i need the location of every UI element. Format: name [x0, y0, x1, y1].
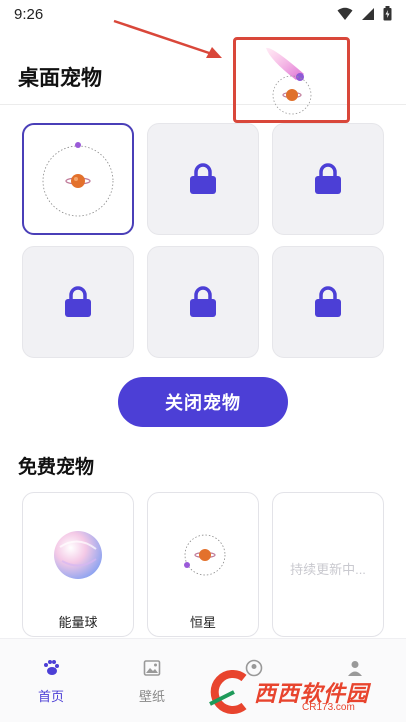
lock-icon: [190, 163, 216, 194]
free-pet-name: 能量球: [58, 615, 98, 630]
pet-slot-2-locked[interactable]: [147, 123, 259, 235]
annotation-arrow: [113, 19, 222, 58]
battery-icon: [383, 6, 392, 21]
status-icons: [337, 6, 392, 21]
wifi-icon: [337, 7, 353, 20]
pet-slot-6-locked[interactable]: [272, 246, 384, 358]
star-orbit-icon: [184, 534, 226, 576]
page-title: 桌面宠物: [18, 67, 102, 90]
watermark-logo-icon: [209, 670, 247, 714]
signal-icon: [362, 7, 374, 20]
free-pets-list: 能量球 恒星 持续更新中...: [22, 492, 384, 637]
lock-icon: [190, 286, 216, 317]
close-pet-button[interactable]: 关闭宠物: [118, 377, 288, 427]
pet-slot-5-locked[interactable]: [147, 246, 259, 358]
pet-slot-1-selected[interactable]: [22, 123, 134, 235]
coming-soon-text: 持续更新中...: [290, 562, 366, 577]
floating-pet-preview[interactable]: [236, 40, 347, 120]
watermark-domain: CR173.com: [302, 702, 355, 713]
free-pet-name: 恒星: [189, 615, 216, 630]
star-orbit-pet-icon: [42, 142, 114, 217]
lock-icon: [315, 286, 341, 317]
nav-label: 壁纸: [138, 689, 165, 704]
nav-home[interactable]: 首页: [21, 659, 81, 705]
free-pet-card-energy-ball[interactable]: 能量球: [22, 492, 134, 637]
free-pet-card-coming-soon: 持续更新中...: [272, 492, 384, 637]
nav-label: 首页: [37, 689, 64, 704]
annotation-box: [233, 37, 350, 123]
lock-icon: [65, 286, 91, 317]
watermark: 西西软件园 CR173.com: [204, 668, 400, 716]
lock-icon: [315, 163, 341, 194]
nav-wallpaper[interactable]: 壁纸: [122, 659, 182, 705]
pet-slot-3-locked[interactable]: [272, 123, 384, 235]
energy-ball-icon: [54, 531, 102, 579]
status-time: 9:26: [14, 6, 44, 23]
image-icon: [143, 660, 161, 676]
pet-slot-4-locked[interactable]: [22, 246, 134, 358]
pet-grid: [22, 123, 384, 358]
paw-icon: [44, 660, 59, 675]
free-pet-card-star[interactable]: 恒星: [147, 492, 259, 637]
free-pets-title: 免费宠物: [18, 457, 95, 478]
